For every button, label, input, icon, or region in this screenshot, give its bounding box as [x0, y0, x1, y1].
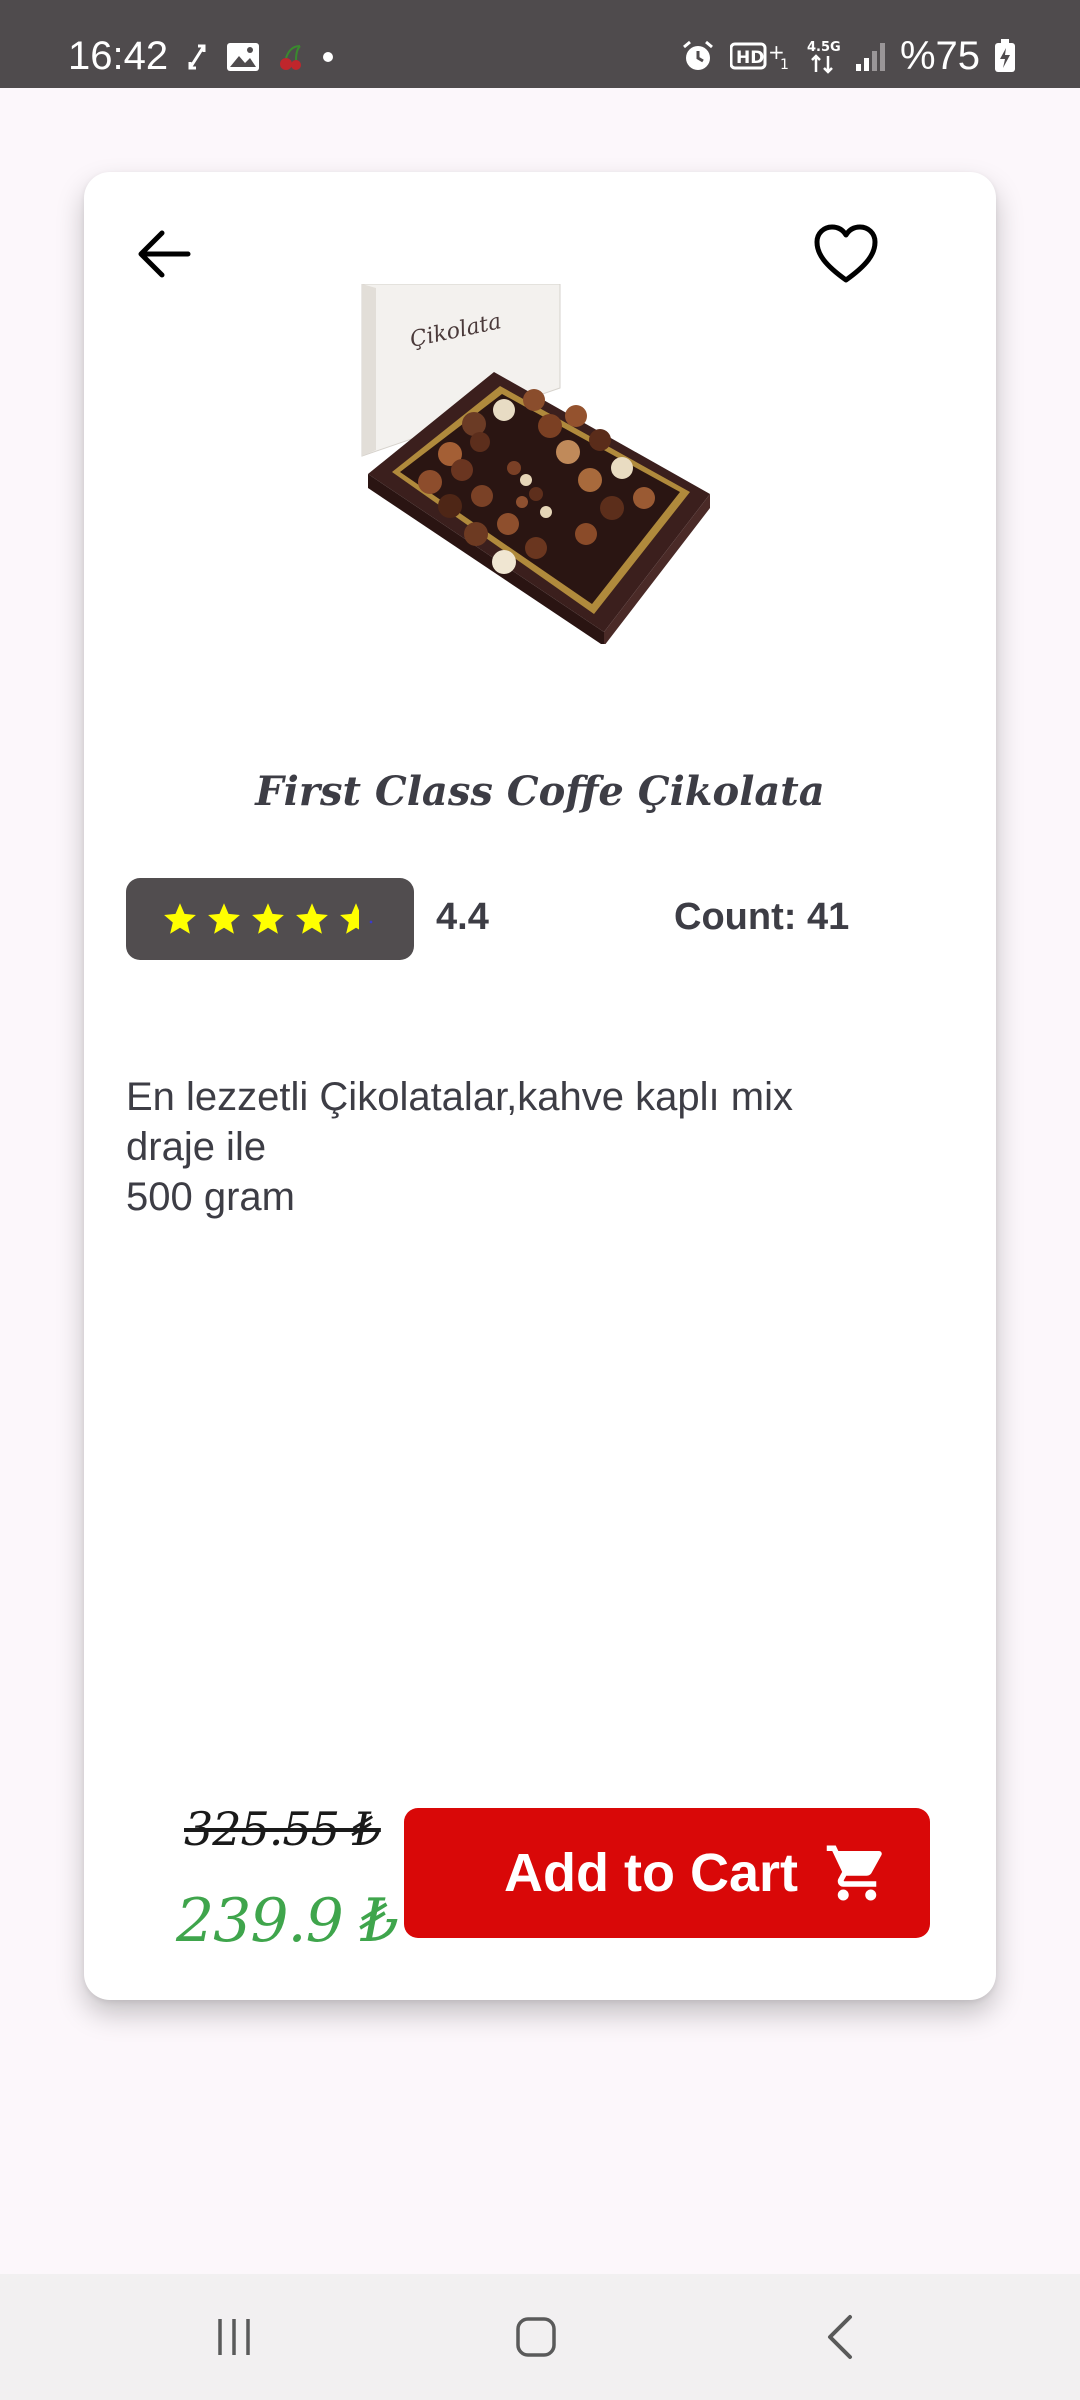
add-to-cart-button[interactable]: Add to Cart	[404, 1808, 930, 1938]
svg-text:4.5G: 4.5G	[807, 40, 840, 55]
sync-icon	[188, 44, 206, 70]
status-bar: 16:42 HD +1 4.5G %75	[0, 0, 1080, 88]
cherry-icon	[280, 45, 301, 70]
status-notification-icons	[186, 42, 334, 72]
old-price: 325.55 ₺	[184, 1802, 382, 1856]
star-full-icon	[252, 903, 284, 934]
image-icon	[227, 43, 259, 71]
arrow-left-icon	[138, 230, 191, 278]
signal-icon	[855, 43, 885, 71]
new-price: 239.9 ₺	[176, 1886, 399, 1956]
star-full-icon	[164, 903, 196, 934]
heart-outline-icon	[814, 224, 878, 283]
alarm-icon	[682, 40, 713, 70]
home-icon	[516, 2317, 556, 2357]
product-description: En lezzetli Çikolatalar,kahve kaplı mix …	[126, 1075, 793, 1219]
hd-volte-icon: HD +1	[729, 41, 789, 71]
recent-apps-icon	[218, 2319, 250, 2355]
product-title: First Class Coffe Çikolata	[255, 768, 825, 815]
star-partial-icon	[340, 903, 373, 934]
add-to-cart-label: Add to Cart	[504, 1843, 798, 1903]
home-button[interactable]	[496, 2302, 576, 2372]
battery-charging-icon	[995, 39, 1015, 72]
dot-icon	[323, 52, 333, 62]
star-full-icon	[296, 903, 328, 934]
review-count: Count: 41	[674, 896, 850, 938]
back-nav-button[interactable]	[800, 2302, 880, 2372]
product-image: Çikolata	[361, 284, 710, 644]
battery-percent: %75	[899, 34, 980, 78]
star-full-icon	[208, 903, 240, 934]
navigation-bar	[0, 2274, 1080, 2400]
svg-text:1: 1	[780, 57, 789, 71]
svg-text:HD: HD	[736, 48, 764, 68]
rating-value: 4.4	[436, 896, 489, 938]
back-button[interactable]	[128, 218, 200, 290]
product-card: Çikolata First Class Coffe Çikolata 4.4 …	[84, 172, 996, 2000]
rating-stars	[126, 878, 414, 960]
favorite-button[interactable]	[808, 216, 884, 292]
chevron-left-icon	[828, 2315, 852, 2359]
status-time: 16:42	[68, 34, 169, 78]
status-system-icons: HD +1 4.5G %75	[680, 36, 1016, 76]
shopping-cart-icon	[826, 1845, 882, 1901]
network-4.5g-icon: 4.5G	[807, 40, 840, 74]
recent-apps-button[interactable]	[194, 2302, 274, 2372]
